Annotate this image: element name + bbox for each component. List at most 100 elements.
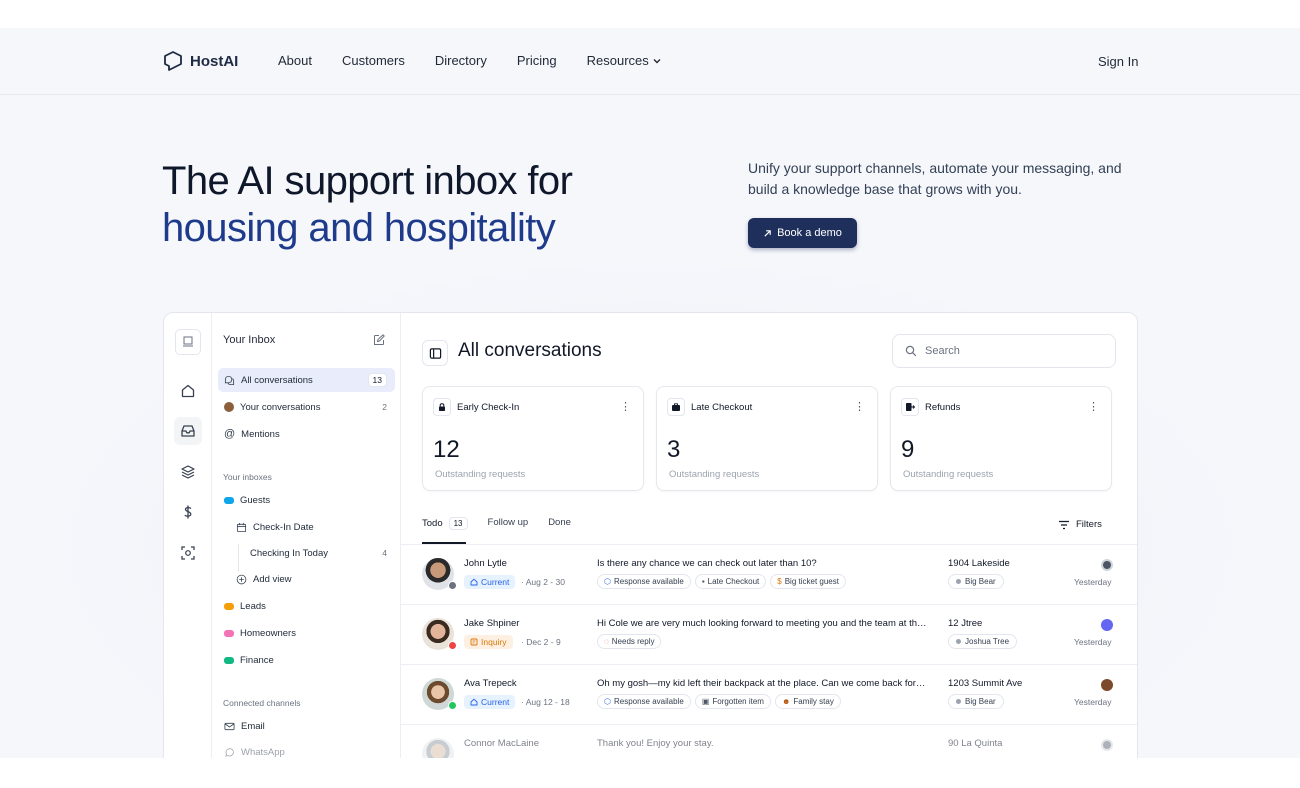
nav-link-resources[interactable]: Resources <box>587 53 662 68</box>
property-name: 1203 Summit Ave <box>948 678 1023 689</box>
chat-bubbles-icon <box>224 375 235 385</box>
tab-count: 13 <box>448 517 468 530</box>
sidebar-item-label: Leads <box>240 600 266 612</box>
owner-label: Joshua Tree <box>965 637 1010 646</box>
tag[interactable]: ◌ Needs reply <box>597 634 662 649</box>
tag-label: Late Checkout <box>707 577 760 586</box>
briefcase-icon <box>667 398 685 416</box>
sidebar-item-finance[interactable]: Finance <box>218 648 395 672</box>
sign-in-link[interactable]: Sign In <box>1098 54 1138 69</box>
stat-card-refunds[interactable]: Refunds ⋮ 9 Outstanding requests <box>890 386 1112 491</box>
workspace-logo[interactable] <box>175 329 201 355</box>
more-vertical-icon[interactable]: ⋮ <box>1088 400 1099 413</box>
guest-name: Jake Shpiner <box>464 618 520 629</box>
layers-icon[interactable] <box>178 462 198 482</box>
nav-link-about[interactable]: About <box>278 53 312 68</box>
stay-dates: · Aug 2 - 30 <box>521 577 565 587</box>
tab-done[interactable]: Done <box>548 517 571 530</box>
tab-todo[interactable]: Todo 13 <box>422 517 468 530</box>
card-subtitle: Outstanding requests <box>903 469 994 480</box>
stay-dates-value: Aug 2 - 30 <box>525 577 565 587</box>
tag[interactable]: ⬡ Response available <box>597 694 691 709</box>
filter-icon <box>1059 520 1069 529</box>
dollar-icon[interactable] <box>178 502 198 522</box>
tag[interactable]: ▣ Forgotten item <box>694 694 771 709</box>
inbox-app-preview: Your Inbox All conversations 13 Your con… <box>163 312 1138 758</box>
sidebar-item-label: Guests <box>240 494 271 506</box>
sidebar-item-check-in-date[interactable]: Check-In Date <box>230 515 395 539</box>
filters-button[interactable]: Filters <box>1058 519 1102 530</box>
sidebar-item-all-conversations[interactable]: All conversations 13 <box>218 368 395 392</box>
more-vertical-icon[interactable]: ⋮ <box>620 400 631 413</box>
sidebar-title: Your Inbox <box>223 334 276 346</box>
card-value: 3 <box>667 436 681 463</box>
nav-link-customers[interactable]: Customers <box>342 53 405 68</box>
sparkle-icon: ⬡ <box>604 697 611 706</box>
assignee-avatar <box>1101 739 1113 751</box>
add-view-button[interactable]: Add view <box>230 567 395 591</box>
your-inboxes-heading: Your inboxes <box>223 472 272 482</box>
avatar <box>422 738 454 758</box>
tab-follow-up[interactable]: Follow up <box>488 517 529 530</box>
stay-dates-value: Dec 2 - 9 <box>526 637 561 647</box>
sidebar-item-leads[interactable]: Leads <box>218 594 395 618</box>
sidebar-item-count: 4 <box>382 548 387 558</box>
conversation-row[interactable]: Connor MacLaine Thank you! Enjoy your st… <box>401 725 1137 758</box>
tag-list: ⬡ Response available ▣ Forgotten item ☻ Fam… <box>597 694 841 709</box>
sidebar-item-mentions[interactable]: @ Mentions <box>218 422 395 446</box>
message-preview: Oh my gosh—my kid left their backpack at… <box>597 678 927 689</box>
sidebar-item-label: Finance <box>240 654 274 666</box>
property-name: 12 Jtree <box>948 618 983 629</box>
conversation-row[interactable]: Ava Trepeck Current · Aug 12 - 18 Oh my … <box>401 665 1137 725</box>
conversation-row[interactable]: Jake Shpiner Inquiry · Dec 2 - 9 Hi Cole… <box>401 605 1137 665</box>
property-name: 1904 Lakeside <box>948 558 1010 569</box>
sidebar-item-checking-in-today[interactable]: Checking In Today 4 <box>244 541 395 565</box>
inbox-sidebar: Your Inbox All conversations 13 Your con… <box>212 313 401 758</box>
channel-whatsapp[interactable]: WhatsApp <box>218 740 395 758</box>
hostai-logo-icon <box>164 51 182 71</box>
message-preview: Thank you! Enjoy your stay. <box>597 738 714 749</box>
tag-list: ◌ Needs reply <box>597 634 662 649</box>
connected-channels-heading: Connected channels <box>223 698 301 708</box>
mail-icon <box>224 722 235 730</box>
nav-link-directory[interactable]: Directory <box>435 53 487 68</box>
compose-icon[interactable] <box>373 334 385 346</box>
more-vertical-icon[interactable]: ⋮ <box>854 400 865 413</box>
sidebar-item-label: Check-In Date <box>253 521 314 533</box>
arrow-up-right-icon <box>764 229 771 237</box>
sidebar-item-guests[interactable]: Guests <box>218 488 395 512</box>
assignee-avatar <box>1101 679 1113 691</box>
scan-icon[interactable] <box>178 543 198 563</box>
tag[interactable]: ☻ Family stay <box>774 694 841 709</box>
timestamp: Yesterday <box>1074 577 1112 587</box>
hero-title: The AI support inbox for housing and hos… <box>162 158 573 252</box>
search-input[interactable]: Search <box>892 334 1116 368</box>
stat-card-late-checkout[interactable]: Late Checkout ⋮ 3 Outstanding requests <box>656 386 878 491</box>
page-title: All conversations <box>458 340 602 361</box>
nav-link-pricing[interactable]: Pricing <box>517 53 557 68</box>
stay-dates: · Dec 2 - 9 <box>521 637 561 647</box>
card-title: Refunds <box>925 402 961 413</box>
tag[interactable]: ⬡ Response available <box>597 574 691 589</box>
inbox-icon[interactable] <box>174 417 202 445</box>
toggle-sidebar-button[interactable] <box>422 340 448 366</box>
search-icon <box>905 345 917 357</box>
channel-email[interactable]: Email <box>218 714 395 738</box>
brand-logo[interactable]: HostAI <box>162 50 238 72</box>
hero-subtitle: Unify your support channels, automate yo… <box>748 160 1122 197</box>
stat-card-early-check-in[interactable]: Early Check-In ⋮ 12 Outstanding requests <box>422 386 644 491</box>
conversation-row[interactable]: John Lytle Current · Aug 2 - 30 Is there… <box>401 545 1137 605</box>
home-icon[interactable] <box>178 381 198 401</box>
sidebar-item-homeowners[interactable]: Homeowners <box>218 621 395 645</box>
chevron-down-icon <box>653 58 661 63</box>
book-demo-button[interactable]: Book a demo <box>748 218 857 248</box>
owner-dot-icon <box>956 699 961 704</box>
sidebar-item-your-conversations[interactable]: Your conversations 2 <box>218 395 395 419</box>
tag[interactable]: ▪ Late Checkout <box>694 574 767 589</box>
tag[interactable]: $ Big ticket guest <box>770 574 846 589</box>
stay-dates-value: Aug 12 - 18 <box>525 697 570 707</box>
card-value: 9 <box>901 436 915 463</box>
status-label: Current <box>481 697 510 707</box>
book-demo-label: Book a demo <box>777 227 842 239</box>
whatsapp-icon <box>225 747 234 757</box>
